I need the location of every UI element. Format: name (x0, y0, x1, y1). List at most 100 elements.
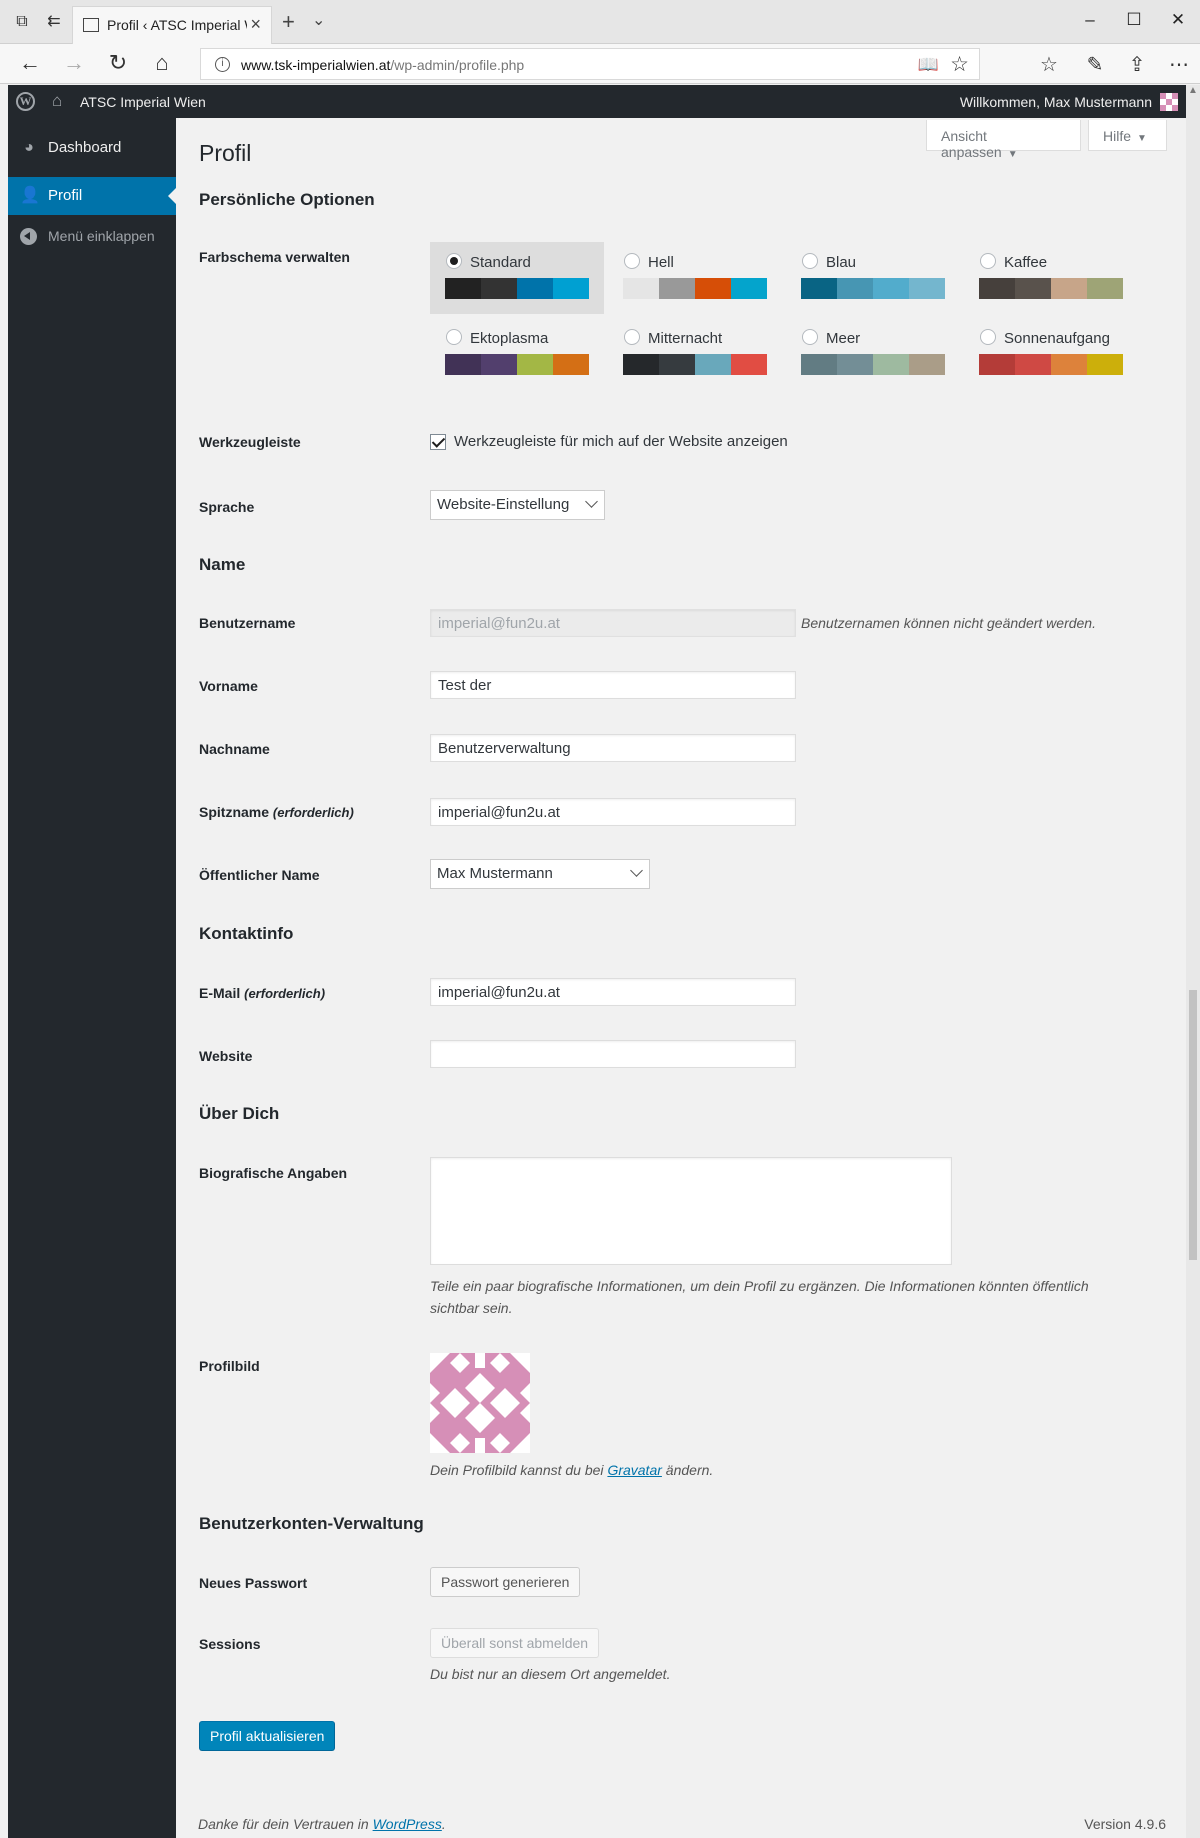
share-icon[interactable]: ⇪ (1124, 52, 1150, 77)
color-swatch (1015, 354, 1051, 375)
avatar-label: Profilbild (199, 1358, 260, 1374)
color-scheme-name: Meer (826, 330, 861, 347)
email-field[interactable]: imperial@fun2u.at (430, 978, 796, 1006)
color-scheme-name: Mitternacht (648, 330, 723, 347)
logout-everywhere-button[interactable]: Überall sonst abmelden (430, 1628, 600, 1658)
favorite-star-icon[interactable]: ☆ (950, 52, 969, 77)
language-select[interactable]: Website-Einstellung (430, 490, 605, 520)
web-note-icon[interactable]: ✎ (1082, 52, 1108, 77)
forward-icon[interactable]: → (62, 52, 86, 74)
toolbar-checkbox-label[interactable]: Werkzeugleiste für mich auf der Website … (454, 433, 788, 450)
generate-password-button[interactable]: Passwort generieren (430, 1567, 581, 1597)
bio-note: Teile ein paar biografische Informatione… (430, 1278, 1089, 1316)
color-scheme-option[interactable]: Kaffee (964, 242, 1138, 314)
color-swatch (517, 278, 553, 299)
site-name-link[interactable]: ATSC Imperial Wien (80, 94, 206, 110)
color-scheme-swatches (445, 278, 589, 299)
color-swatch (445, 354, 481, 375)
site-home-icon[interactable]: ⌂ (52, 91, 62, 111)
color-scheme-radio[interactable] (802, 329, 818, 345)
toolbar-checkbox[interactable] (430, 434, 446, 450)
update-profile-button[interactable]: Profil aktualisieren (199, 1721, 336, 1751)
color-scheme-radio[interactable] (624, 329, 640, 345)
color-scheme-option[interactable]: Mitternacht (608, 318, 782, 390)
wordpress-link[interactable]: WordPress (373, 1816, 442, 1832)
color-scheme-radio[interactable] (446, 329, 462, 345)
home-icon[interactable]: ⌂ (150, 52, 174, 74)
sessions-note: Du bist nur an diesem Ort angemeldet. (430, 1666, 671, 1682)
refresh-icon[interactable]: ↻ (106, 52, 130, 74)
color-swatch (695, 278, 731, 299)
tab-manager-icon[interactable]: ⧉ (12, 12, 32, 32)
wp-admin-bar: W ⌂ ATSC Imperial Wien Willkommen, Max M… (8, 85, 1186, 118)
color-scheme-option[interactable]: Ektoplasma (430, 318, 604, 390)
display-name-select[interactable]: Max Mustermann (430, 859, 650, 889)
display-name-label: Öffentlicher Name (199, 867, 320, 883)
reading-view-icon[interactable]: 📖 (918, 55, 939, 75)
help-button[interactable]: Hilfe ▼ (1088, 120, 1167, 151)
color-scheme-option[interactable]: Blau (786, 242, 960, 314)
set-tabs-aside-icon[interactable]: ⇇ (44, 12, 64, 32)
gravatar-link[interactable]: Gravatar (607, 1462, 661, 1478)
more-icon[interactable]: ⋯ (1166, 52, 1192, 77)
new-password-label: Neues Passwort (199, 1575, 308, 1591)
color-scheme-option[interactable]: Hell (608, 242, 782, 314)
sidebar-item-label: Menü einklappen (48, 228, 155, 244)
color-swatch (837, 354, 873, 375)
language-label: Sprache (199, 499, 255, 515)
required-marker: (erforderlich) (272, 805, 354, 820)
screen-options-button[interactable]: Ansicht anpassen ▼ (926, 120, 1081, 160)
color-scheme-radio[interactable] (446, 253, 462, 269)
chevron-down-icon (630, 864, 643, 877)
main-content: Ansicht anpassen ▼ Hilfe ▼ Profil Persönli… (176, 118, 1186, 1838)
maximize-icon[interactable]: ☐ (1124, 10, 1144, 30)
color-scheme-radio[interactable] (980, 329, 996, 345)
nickname-field[interactable]: imperial@fun2u.at (430, 798, 796, 826)
bio-textarea[interactable] (430, 1157, 952, 1265)
new-tab-icon[interactable]: + (282, 9, 295, 35)
color-swatch (873, 354, 909, 375)
user-avatar-mini[interactable] (1160, 93, 1178, 111)
email-label-text: E-Mail (199, 985, 241, 1001)
scroll-thumb[interactable] (1189, 990, 1197, 1260)
color-scheme-option[interactable]: Meer (786, 318, 960, 390)
nickname-label: Spitzname (erforderlich) (199, 804, 354, 820)
lastname-field[interactable]: Benutzerverwaltung (430, 734, 796, 762)
url-text: www.tsk-imperialwien.at/wp-admin/profile… (241, 57, 524, 73)
firstname-field[interactable]: Test der (430, 671, 796, 699)
required-marker: (erforderlich) (244, 986, 326, 1001)
color-swatch (553, 354, 589, 375)
color-swatch (1087, 354, 1123, 375)
color-scheme-option[interactable]: Standard (430, 242, 604, 314)
scroll-up-icon[interactable]: ▲ (1188, 85, 1198, 96)
welcome-user[interactable]: Willkommen, Max Mustermann (960, 94, 1152, 110)
sidebar-collapse-menu[interactable]: Menü einklappen (8, 218, 176, 256)
sidebar-item-label: Profil (48, 187, 83, 204)
site-info-icon[interactable]: i (215, 57, 230, 72)
page-title: Profil (199, 140, 252, 166)
minimize-icon[interactable]: – (1080, 10, 1100, 30)
language-select-value: Website-Einstellung (437, 496, 570, 513)
color-swatch (909, 354, 945, 375)
page-scrollbar[interactable]: ▲ (1186, 85, 1200, 1838)
toolbar-label: Werkzeugleiste (199, 434, 301, 450)
favorites-hub-icon[interactable]: ☆ (1036, 52, 1062, 77)
wordpress-logo-icon[interactable]: W (16, 92, 35, 111)
tab-close-icon[interactable]: × (250, 14, 261, 35)
dashboard-icon: ◕ (24, 139, 34, 156)
lastname-label: Nachname (199, 741, 270, 757)
sidebar-item-profil[interactable]: 👤 Profil (8, 177, 176, 215)
browser-tab[interactable]: Profil ‹ ATSC Imperial W × (72, 6, 272, 44)
tab-dropdown-icon[interactable]: ⌄ (312, 10, 325, 30)
color-scheme-swatches (445, 354, 589, 375)
color-scheme-radio[interactable] (802, 253, 818, 269)
color-scheme-radio[interactable] (624, 253, 640, 269)
color-scheme-option[interactable]: Sonnenaufgang (964, 318, 1138, 390)
sidebar-item-dashboard[interactable]: ◕ Dashboard (8, 129, 176, 167)
url-field[interactable]: i www.tsk-imperialwien.at/wp-admin/profi… (200, 48, 980, 80)
window-close-icon[interactable]: ✕ (1168, 10, 1188, 30)
color-scheme-radio[interactable] (980, 253, 996, 269)
website-field[interactable] (430, 1040, 796, 1068)
back-icon[interactable]: ← (18, 52, 42, 74)
color-swatch (481, 278, 517, 299)
